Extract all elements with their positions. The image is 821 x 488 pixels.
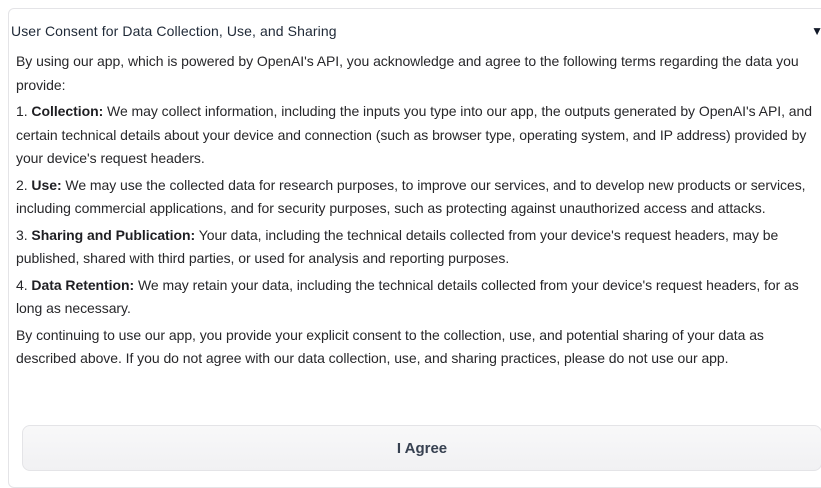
item-heading: Data Retention: [31, 276, 135, 293]
item-number: 4. [16, 276, 32, 293]
consent-closing: By continuing to use our app, you provid… [16, 326, 764, 367]
item-text: We may use the collected data for resear… [16, 176, 806, 217]
item-heading: Sharing and Publication: [31, 226, 196, 243]
item-heading: Use: [31, 176, 62, 193]
consent-item-retention: 4. Data Retention: We may retain your da… [16, 274, 816, 321]
item-text: We may retain your data, including the t… [16, 276, 799, 317]
consent-body: By using our app, which is powered by Op… [16, 50, 816, 374]
item-number: 2. [16, 176, 32, 193]
consent-intro: By using our app, which is powered by Op… [16, 53, 799, 93]
item-number: 3. [16, 226, 32, 243]
item-text: We may collect information, including th… [16, 103, 812, 166]
consent-item-sharing: 3. Sharing and Publication: Your data, i… [16, 224, 816, 271]
consent-item-use: 2. Use: We may use the collected data fo… [16, 174, 816, 221]
consent-accordion-header[interactable]: User Consent for Data Collection, Use, a… [11, 21, 821, 41]
item-number: 1. [16, 103, 32, 119]
collapse-triangle-icon[interactable]: ▼ [811, 24, 821, 38]
consent-title: User Consent for Data Collection, Use, a… [11, 23, 337, 39]
item-heading: Collection: [31, 103, 104, 119]
agree-button[interactable]: I Agree [22, 425, 821, 471]
consent-item-collection: 1. Collection: We may collect informatio… [16, 100, 816, 171]
